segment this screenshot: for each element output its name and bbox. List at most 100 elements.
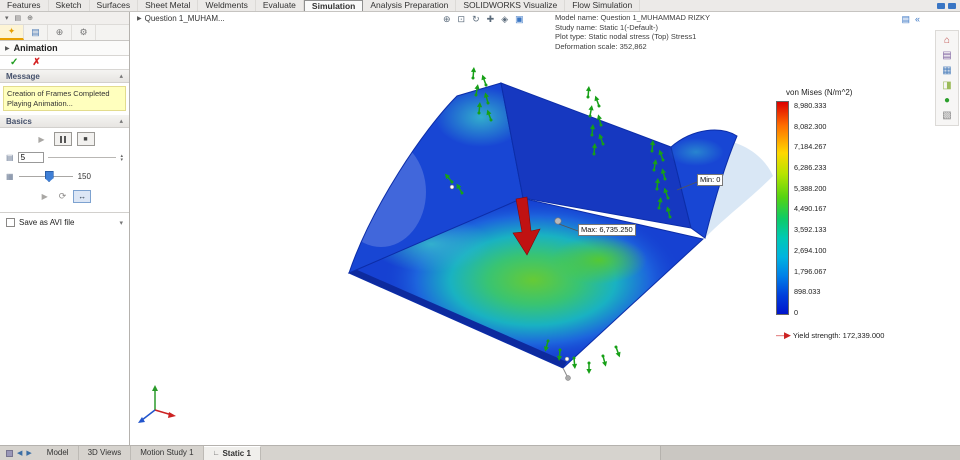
tab-feature-tree[interactable]: ▤ (24, 25, 48, 40)
message-line: Playing Animation... (7, 98, 73, 108)
legend-tick: 8,082.300 (794, 121, 827, 131)
message-box: Creation of Frames Completed Playing Ani… (3, 86, 126, 111)
animation-speed-icon: ▦ (6, 172, 14, 181)
design-library-icon[interactable]: ▤ (942, 50, 951, 61)
save-avi-label: Save as AVI file (19, 218, 75, 227)
reciprocate-mode-button[interactable]: ↔ (73, 190, 92, 203)
frames-per-second-input[interactable] (17, 152, 44, 163)
menu-tab-solidworks-visualize[interactable]: SOLIDWORKS Visualize (456, 0, 566, 11)
rotate-view-icon[interactable]: ↻ (472, 14, 480, 25)
heads-up-toolbar: ⊕ ⊡ ↻ ✚ ◈ ▣ (443, 14, 524, 25)
stop-button[interactable]: ■ (76, 132, 95, 146)
display-pane-toggle-icon[interactable]: « (915, 14, 920, 25)
orientation-triad (138, 385, 176, 423)
collapse-toolbar-icon[interactable] (937, 2, 945, 9)
frames-spinner[interactable]: ▴ ▾ (120, 153, 123, 162)
panel-title: Animation (13, 43, 58, 53)
help-icon[interactable] (948, 2, 956, 9)
normal-mode-button[interactable]: ▶ (38, 192, 52, 201)
min-stress-flag: Min: 0 (697, 174, 724, 186)
menu-tab-evaluate[interactable]: Evaluate (256, 0, 304, 11)
legend-tick: 2,694.100 (794, 245, 827, 255)
view-orientation-icon[interactable]: ▣ (515, 14, 524, 25)
legend-tick: 3,592.133 (794, 225, 827, 235)
home-icon[interactable]: ⌂ (944, 35, 950, 46)
chevron-up-icon: ▴ (119, 118, 123, 125)
tab-label: 3D Views (87, 448, 122, 457)
status-bar: ◀ ▶ Model 3D Views Motion Study 1 ∟ Stat… (0, 445, 960, 460)
graphics-viewport[interactable]: ▶ Question 1_MUHAM... ⊕ ⊡ ↻ ✚ ◈ ▣ Model … (131, 12, 960, 445)
tab-animation-properties[interactable]: ✦ (0, 25, 24, 40)
pause-button[interactable] (53, 132, 72, 146)
tab-3d-views[interactable]: 3D Views (79, 446, 132, 460)
breadcrumb-label: Question 1_MUHAM... (144, 14, 225, 23)
featuremanager-toolbar: ▾ ▤ ⊕ (0, 12, 129, 25)
legend-tick: 5,388.200 (794, 183, 827, 193)
expand-tree-icon[interactable]: ⊕ (27, 14, 33, 22)
speed-slider[interactable] (18, 171, 73, 182)
tab-dimxpert[interactable]: ⚙ (72, 25, 96, 40)
previous-study-icon[interactable]: ◀ (17, 449, 22, 457)
plot-info-block: Model name: Question 1_MUHAMMAD RIZKY St… (555, 13, 710, 51)
study-name-line: Study name: Static 1(-Default-) (555, 22, 658, 32)
breadcrumb[interactable]: ▶ Question 1_MUHAM... (137, 14, 225, 23)
part-model (347, 82, 773, 369)
zoom-area-icon[interactable]: ⊡ (458, 14, 466, 25)
menubar-window-icons (937, 0, 960, 11)
legend-tick: 4,490.167 (794, 204, 827, 214)
tree-display-icon[interactable]: ▤ (15, 14, 22, 22)
statusbar-filler (660, 446, 960, 460)
yield-arrow-icon: —▶ (776, 330, 791, 340)
spin-down-icon[interactable]: ▾ (120, 157, 123, 162)
legend-color-bar (776, 101, 789, 315)
legend-tick: 1,796.067 (794, 266, 827, 276)
animation-speed-row: ▦ 150 (0, 166, 129, 187)
tab-configurations[interactable]: ⊕ (48, 25, 72, 40)
next-study-icon[interactable]: ▶ (26, 449, 31, 457)
slider-thumb[interactable] (44, 171, 54, 182)
tab-label: Motion Study 1 (140, 448, 194, 457)
message-section-header[interactable]: Message ▴ (0, 70, 129, 83)
comments-icon[interactable]: ▤ (901, 14, 910, 25)
menu-tab-sketch[interactable]: Sketch (49, 0, 90, 11)
display-style-icon[interactable]: ◈ (501, 14, 508, 25)
menu-tab-analysis-preparation[interactable]: Analysis Preparation (363, 0, 457, 11)
menu-tab-weldments[interactable]: Weldments (198, 0, 256, 11)
animation-panel-header: ▶ Animation (0, 41, 129, 56)
tab-model[interactable]: Model (38, 446, 79, 460)
divider (47, 157, 117, 158)
study-tab-icon: ∟ (212, 449, 220, 457)
menu-tab-features[interactable]: Features (0, 0, 49, 11)
message-section-label: Message (6, 71, 40, 81)
splitter-icon[interactable] (6, 449, 13, 457)
legend-title: von Mises (N/m^2) (786, 88, 853, 97)
file-explorer-icon[interactable]: ▦ (942, 65, 951, 76)
save-avi-row: Save as AVI file ▾ (0, 212, 129, 232)
menu-tab-flow-simulation[interactable]: Flow Simulation (565, 0, 641, 11)
frames-per-second-icon: ▤ (6, 153, 14, 162)
tab-static-1[interactable]: ∟ Static 1 (203, 446, 261, 460)
menu-tab-sheet-metal[interactable]: Sheet Metal (138, 0, 199, 11)
loop-mode-icon[interactable]: ⟳ (59, 191, 67, 202)
deformation-scale-line: Deformation scale: 352,862 (555, 41, 647, 51)
statusbar-icons: ◀ ▶ (0, 446, 38, 460)
legend-tick: 0 (794, 307, 799, 317)
basics-section-label: Basics (6, 116, 32, 126)
save-avi-checkbox[interactable] (6, 218, 15, 227)
tab-motion-study-1[interactable]: Motion Study 1 (131, 446, 204, 460)
ok-button[interactable]: ✓ (10, 57, 18, 68)
menu-tab-simulation[interactable]: Simulation (303, 0, 364, 11)
filter-icon[interactable]: ▾ (5, 14, 9, 22)
basics-section-header[interactable]: Basics ▴ (0, 115, 129, 128)
cancel-button[interactable]: ✗ (32, 57, 40, 68)
viewport-top-right-icons: ▤ « (901, 14, 920, 25)
legend-tick-labels: 8,980.333 8,082.300 7,184.267 6,286.233 … (794, 101, 826, 317)
zoom-fit-icon[interactable]: ⊕ (443, 14, 451, 25)
pan-icon[interactable]: ✚ (487, 14, 495, 25)
menu-bar: Features Sketch Surfaces Sheet Metal Wel… (0, 0, 960, 12)
legend-tick: 7,184.267 (794, 142, 827, 152)
legend-tick: 898.033 (794, 287, 821, 297)
play-button[interactable]: ▶ (35, 135, 49, 144)
playback-controls: ▶ ■ (0, 128, 129, 149)
menu-tab-surfaces[interactable]: Surfaces (90, 0, 139, 11)
